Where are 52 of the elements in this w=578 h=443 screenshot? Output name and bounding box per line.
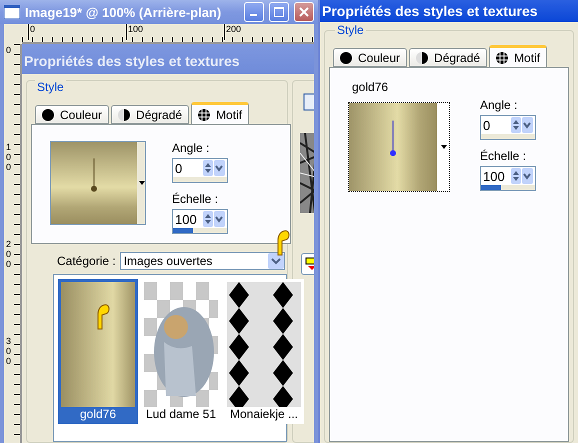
tab[interactable]: Dégradé [409, 48, 488, 67]
minimize-button[interactable] [244, 2, 264, 22]
ruler-label: 200 [5, 240, 12, 271]
scale-label: Échelle : [172, 192, 220, 206]
chevron-down-icon [268, 253, 284, 269]
dropdown-arrow-icon [441, 145, 447, 149]
number-field[interactable]: 0 [481, 118, 511, 132]
maximize-button[interactable] [269, 2, 289, 22]
spin-box[interactable]: 0 [480, 115, 536, 140]
spin-arrows-icon[interactable] [511, 168, 533, 184]
group-label: Style [335, 23, 366, 37]
close-button[interactable] [294, 2, 314, 22]
window-title: Image19* @ 100% (Arrière-plan) [25, 4, 222, 20]
ruler-label: 0 [28, 24, 126, 40]
grid-circle-icon [198, 108, 210, 120]
ruler-label: 0 [5, 46, 12, 57]
half-circle-icon [118, 108, 130, 120]
spin-box[interactable]: 100 [172, 209, 228, 234]
tab[interactable]: Motif [191, 102, 250, 124]
tab[interactable]: Couleur [35, 105, 110, 124]
tab[interactable]: Couleur [333, 48, 408, 67]
spin-arrows-icon[interactable] [511, 117, 533, 133]
category-label: Catégorie : [57, 254, 116, 268]
pattern-name: gold76 [351, 80, 390, 94]
number-field[interactable]: 0 [173, 160, 203, 176]
angle-label: Angle : [172, 141, 210, 155]
dialog-title: Propriétés des styles et textures [320, 0, 578, 22]
spin-arrows-icon[interactable] [203, 160, 225, 176]
ruler-label: 300 [5, 337, 12, 368]
close-icon [299, 7, 309, 17]
group-label: Style [35, 80, 66, 94]
ruler-label: 100 [126, 24, 224, 40]
number-field[interactable]: 100 [481, 168, 511, 184]
grid-circle-icon [496, 52, 508, 64]
ruler-label: 100 [5, 143, 12, 174]
spin-box[interactable]: 100 [480, 166, 536, 191]
scale-label: Échelle : [480, 149, 528, 163]
tab[interactable]: Dégradé [111, 105, 190, 124]
window-icon [4, 5, 20, 19]
dialog-title: Propriétés des styles et textures [22, 44, 314, 74]
category-dropdown[interactable]: Images ouvertes [120, 252, 285, 270]
number-field[interactable]: 100 [173, 212, 203, 226]
half-circle-icon [416, 52, 428, 64]
angle-label: Angle : [480, 98, 518, 112]
circle-icon [340, 52, 352, 64]
dropdown-arrow-icon [139, 181, 145, 185]
spin-arrows-icon[interactable] [203, 211, 225, 227]
pattern-preview[interactable] [348, 102, 450, 192]
circle-icon [42, 108, 54, 120]
tab[interactable]: Motif [489, 45, 548, 67]
maximize-icon [274, 7, 284, 17]
spin-box[interactable]: 0 [172, 158, 228, 183]
